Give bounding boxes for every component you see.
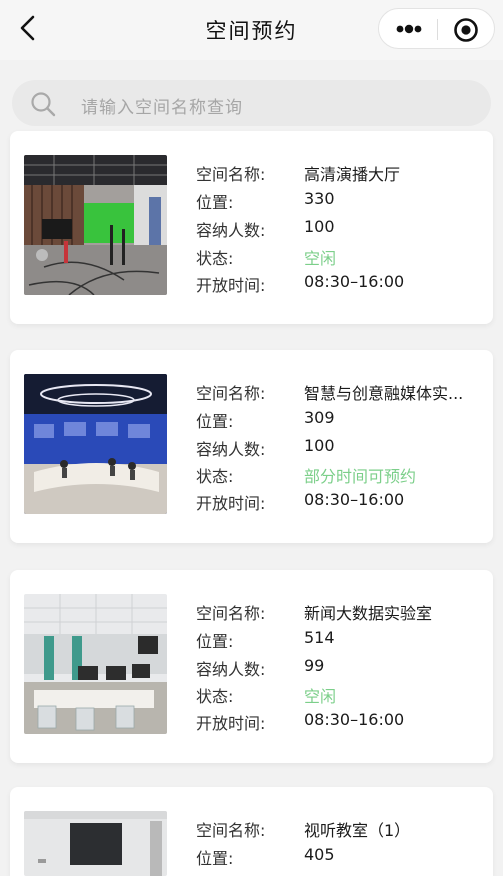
search-input[interactable]: 请输入空间名称查询 xyxy=(81,93,243,118)
space-card[interactable]: 空间名称: 新闻大数据实验室 位置: 514 容纳人数: 99 状态: 空闲 开… xyxy=(10,570,493,763)
space-capacity: 99 xyxy=(304,656,325,675)
space-hours: 08:30–16:00 xyxy=(304,490,405,509)
field-label: 容纳人数: xyxy=(196,660,266,679)
space-card[interactable]: 空间名称: 高清演播大厅 位置: 330 容纳人数: 100 状态: 空闲 开放… xyxy=(10,131,493,324)
space-status: 空闲 xyxy=(304,249,337,268)
field-label: 空间名称: xyxy=(196,821,266,840)
space-location: 309 xyxy=(304,408,335,427)
field-label: 位置: xyxy=(196,849,234,868)
space-photo xyxy=(24,374,167,514)
space-hours: 08:30–16:00 xyxy=(304,272,405,291)
space-name: 视听教室（1） xyxy=(304,821,411,840)
field-label: 位置: xyxy=(196,412,234,431)
space-photo xyxy=(24,811,167,876)
space-location: 514 xyxy=(304,628,335,647)
field-label: 状态: xyxy=(196,249,234,268)
space-location: 330 xyxy=(304,189,335,208)
search-bar[interactable]: 请输入空间名称查询 xyxy=(12,80,491,126)
field-label: 空间名称: xyxy=(196,604,266,623)
space-name: 智慧与创意融媒体实... xyxy=(304,384,464,403)
field-label: 容纳人数: xyxy=(196,440,266,459)
field-label: 状态: xyxy=(196,687,234,706)
space-capacity: 100 xyxy=(304,217,335,236)
space-status: 部分时间可预约 xyxy=(304,467,417,486)
space-photo xyxy=(24,155,167,295)
field-label: 开放时间: xyxy=(196,494,266,513)
space-card[interactable]: 空间名称: 视听教室（1） 位置: 405 xyxy=(10,787,493,876)
space-status: 空闲 xyxy=(304,687,337,706)
field-label: 位置: xyxy=(196,632,234,651)
field-label: 开放时间: xyxy=(196,714,266,733)
space-location: 405 xyxy=(304,845,335,864)
space-photo xyxy=(24,594,167,734)
search-icon xyxy=(31,92,56,117)
field-label: 开放时间: xyxy=(196,276,266,295)
space-card[interactable]: 空间名称: 智慧与创意融媒体实... 位置: 309 容纳人数: 100 状态:… xyxy=(10,350,493,543)
space-list: 空间名称: 高清演播大厅 位置: 330 容纳人数: 100 状态: 空闲 开放… xyxy=(0,0,503,876)
space-capacity: 100 xyxy=(304,436,335,455)
space-hours: 08:30–16:00 xyxy=(304,710,405,729)
space-name: 新闻大数据实验室 xyxy=(304,604,433,623)
field-label: 空间名称: xyxy=(196,165,266,184)
field-label: 位置: xyxy=(196,193,234,212)
space-name: 高清演播大厅 xyxy=(304,165,401,184)
field-label: 容纳人数: xyxy=(196,221,266,240)
field-label: 空间名称: xyxy=(196,384,266,403)
field-label: 状态: xyxy=(196,467,234,486)
